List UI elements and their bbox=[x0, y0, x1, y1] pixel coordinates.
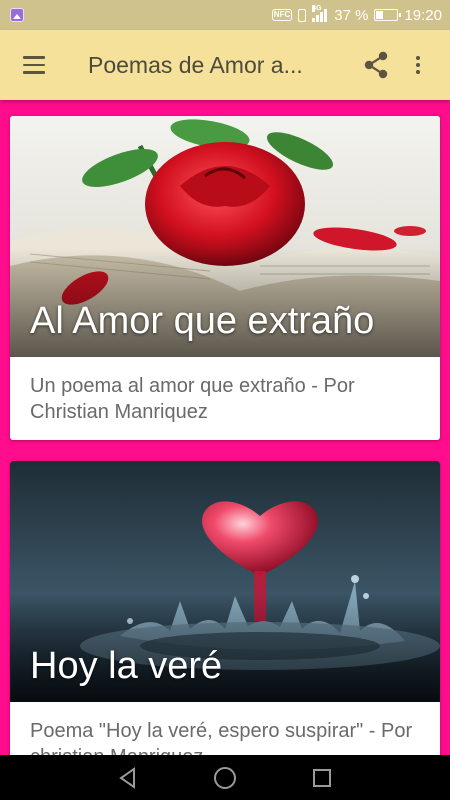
signal-icon: 4G bbox=[312, 5, 328, 22]
poem-card[interactable]: Al Amor que extraño Un poema al amor que… bbox=[10, 116, 440, 440]
network-type-label: 4G bbox=[312, 5, 322, 12]
status-bar: NFC 4G 37 % 19:20 bbox=[0, 0, 450, 30]
recents-icon[interactable] bbox=[310, 766, 334, 790]
share-icon[interactable] bbox=[354, 43, 398, 87]
back-icon[interactable] bbox=[116, 766, 140, 790]
navigation-bar bbox=[0, 755, 450, 800]
app-title: Poemas de Amor a... bbox=[88, 51, 303, 78]
card-description: Un poema al amor que extraño - Por Chris… bbox=[30, 375, 355, 423]
battery-icon bbox=[374, 9, 402, 21]
clock: 19:20 bbox=[404, 6, 442, 24]
app-bar: Poemas de Amor a... bbox=[0, 30, 450, 100]
battery-percent: 37 % bbox=[334, 6, 369, 24]
menu-icon[interactable] bbox=[10, 41, 58, 89]
card-title: Al Amor que extraño bbox=[30, 300, 375, 342]
vibrate-icon bbox=[298, 8, 307, 22]
nfc-icon: NFC bbox=[271, 9, 293, 21]
poem-card[interactable]: Hoy la veré Poema "Hoy la veré, espero s… bbox=[10, 461, 440, 761]
card-description: Poema "Hoy la veré, espero suspirar" - P… bbox=[30, 720, 413, 761]
gallery-icon bbox=[10, 8, 24, 22]
home-icon[interactable] bbox=[213, 766, 237, 790]
rose-on-book-image: Al Amor que extraño bbox=[10, 116, 440, 357]
water-heart-image: Hoy la veré bbox=[10, 461, 440, 702]
card-title: Hoy la veré bbox=[30, 645, 223, 687]
more-vert-icon[interactable] bbox=[398, 43, 438, 87]
